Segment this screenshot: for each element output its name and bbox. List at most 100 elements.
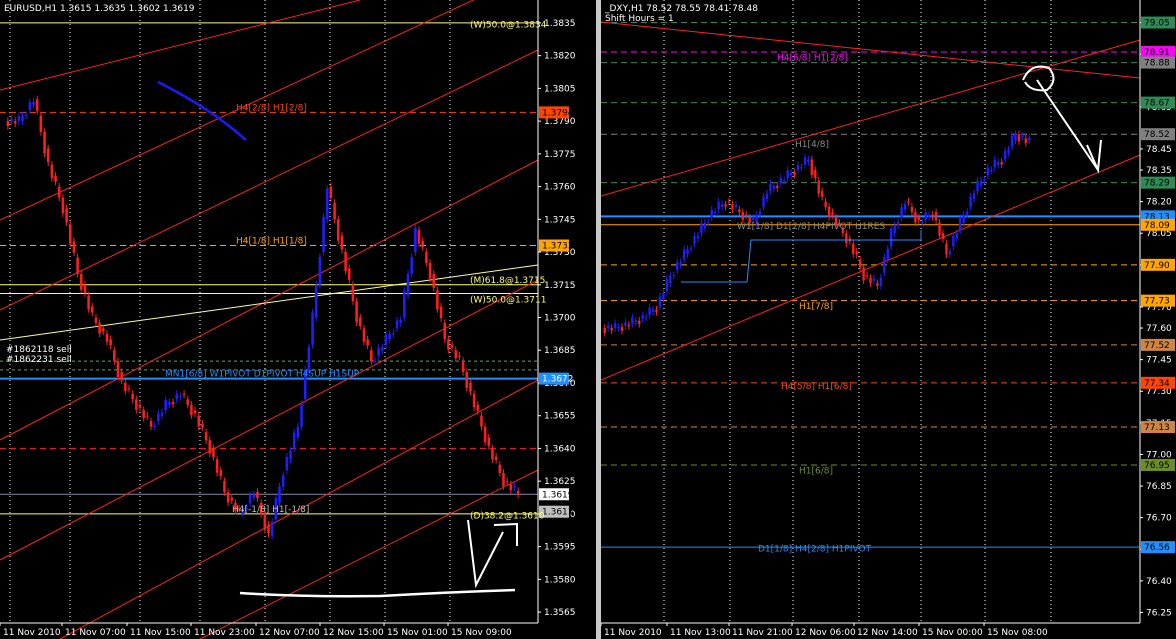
candle-body [98,322,101,334]
shift-hours-label: Shift Hours = 1 [605,14,674,24]
candle-body [741,212,744,220]
candle-body [336,219,340,241]
candle-body [230,497,234,501]
y-tick-label: 1.3625 [544,477,576,487]
x-tick-label: 11 Nov 15:00 [130,628,191,638]
candle-body [606,325,610,329]
candle-body [131,393,134,400]
candle-body [223,481,226,493]
candle-body [1017,134,1021,142]
candle-body [669,275,672,284]
candle-body [186,399,190,405]
candle-body [116,361,120,377]
candle-body [61,197,65,214]
candle-body [603,328,606,333]
candle-body [810,159,814,175]
level-label: D1[1/8] H4[2/8] H1PIVOT [758,544,872,554]
candle-body [948,251,952,255]
candle-body [292,432,296,449]
candle-body [403,290,406,318]
price-label: 77.52 [1144,341,1170,351]
candle-body [644,317,648,319]
y-tick-label: 1.3655 [544,412,576,422]
candle-body [662,293,665,300]
candle-body [322,216,325,253]
candle-body [814,170,817,179]
candle-body [24,115,28,117]
candle-body [124,382,127,391]
candle-body [914,212,917,223]
candle-body [300,404,303,427]
eurusd-chart-panel[interactable]: 1.3835 1.3820 1.3805 1.3790 1.3775 1.3760 1.37… [0,0,596,639]
candle-body [641,315,644,320]
candle-body [679,262,682,265]
candle-body [127,388,131,390]
eurusd-chart[interactable]: 1.3835 1.3820 1.3805 1.3790 1.3775 1.3760 1.37… [0,0,596,639]
candle-body [738,209,741,213]
y-tick-label: 1.3715 [544,281,576,291]
candle-body [384,334,388,345]
candle-body [65,208,68,223]
candle-body [373,360,377,362]
candle-body [87,295,90,310]
candle-body [406,273,410,296]
candle-body [1000,162,1003,165]
x-tick-label: 15 Nov 01:00 [387,628,448,638]
dxy-chart-panel[interactable]: 79.0578.9078.6578.4578.3578.2078.0577.90… [601,0,1176,639]
candle-body [658,296,662,307]
candle-body [171,402,175,405]
candle-body [72,241,76,253]
candle-body [997,162,1000,165]
candle-body [869,277,872,284]
candle-body [50,164,54,179]
candle-body [993,159,996,168]
candle-body [35,99,39,111]
price-label: 76.95 [1144,461,1170,471]
candle-body [160,412,164,416]
level-label: (W)50.0@1.3711 [470,295,546,305]
candle-body [945,243,948,255]
y-tick-label: 1.3745 [544,215,576,225]
y-tick-label: 1.3760 [544,183,576,193]
candle-body [90,306,94,313]
candle-body [256,492,259,499]
candle-body [480,415,483,427]
candle-body [359,317,362,326]
candle-body [1003,150,1007,160]
level-label: H4[-1/8] H1[-1/8] [232,505,309,515]
candle-body [952,236,955,247]
candle-body [865,275,869,277]
candle-body [990,169,993,171]
level-label: MN1[6/8] W1PIVOT D1PIVOT H4SUP H1SUP [165,370,360,380]
y-tick-label: 77.60 [1146,324,1172,334]
y-tick-label: 1.3640 [544,444,576,454]
candle-body [896,222,900,226]
candle-body [204,432,208,441]
candle-body [786,170,789,178]
candle-body [772,185,776,189]
candle-body [212,448,215,457]
candle-body [307,347,311,373]
candle-body [193,410,197,414]
candle-body [208,440,212,454]
candle-body [638,320,641,324]
dxy-chart[interactable]: 79.0578.9078.6578.4578.3578.2078.0577.90… [601,0,1176,639]
level-label: H4[5/8] H1[6/8] [781,382,852,392]
candle-body [665,278,669,292]
price-label: 77.73 [1144,297,1170,307]
blue-hand-drawn-arc [157,80,247,141]
trend-line [0,49,539,311]
candle-body [135,399,138,410]
candle-body [921,222,924,224]
y-tick-label: 1.3565 [544,608,576,618]
y-tick-label: 77.00 [1146,450,1172,460]
y-tick-label: 1.3820 [544,52,576,62]
candle-body [120,372,123,381]
candle-body [979,180,983,186]
candle-body [281,475,285,487]
candle-body [516,490,520,495]
trend-line [601,21,1141,79]
candle-body [910,206,914,213]
candle-body [965,211,969,215]
candle-body [138,404,142,408]
